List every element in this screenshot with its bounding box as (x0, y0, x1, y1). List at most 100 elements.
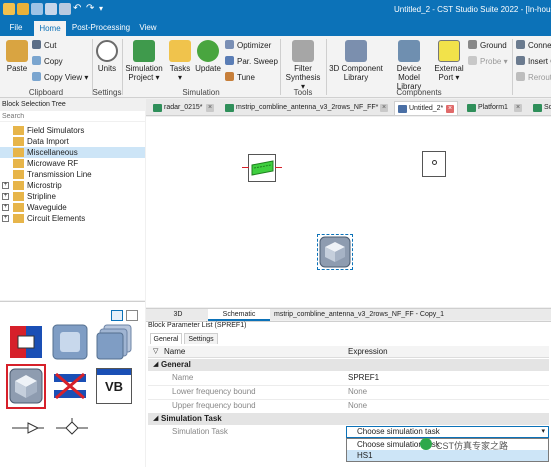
tree-item-circuit-elements[interactable]: + Circuit Elements (0, 213, 145, 224)
crossing-block[interactable] (52, 368, 88, 404)
param-row[interactable]: Upper frequency bound None (148, 400, 549, 412)
param-value[interactable]: None (348, 400, 367, 412)
sparameter-reference-block[interactable] (6, 364, 46, 409)
insert-button[interactable]: Insert C (516, 56, 551, 66)
doc-tab-so[interactable]: So (530, 101, 551, 115)
separator (122, 39, 123, 95)
param-value[interactable]: None (348, 386, 367, 398)
selected-sparameter-reference[interactable] (317, 234, 353, 270)
block-tree-search-input[interactable] (0, 111, 145, 121)
antenna-port-right[interactable] (275, 167, 282, 168)
copy-view-button[interactable]: Copy View ▾ (32, 72, 88, 82)
expand-icon[interactable]: + (2, 182, 9, 189)
schematic-canvas[interactable] (146, 117, 551, 307)
tab-home[interactable]: Home (34, 21, 66, 36)
tab-view[interactable]: View (136, 20, 160, 36)
tree-item-waveguide[interactable]: + Waveguide (0, 202, 145, 213)
tab-file[interactable]: File (4, 20, 28, 36)
tree-item-stripline[interactable]: + Stripline (0, 191, 145, 202)
update-button[interactable]: Update (195, 40, 221, 73)
paste-button[interactable]: Paste (4, 40, 30, 73)
antenna-port-left[interactable] (242, 167, 249, 168)
folder-icon (13, 126, 24, 135)
open-icon[interactable] (17, 3, 29, 15)
port-block-icon (10, 326, 42, 358)
tree-item-microwave-rf[interactable]: Microwave RF (0, 158, 145, 169)
list-view-toggle[interactable] (126, 310, 138, 321)
connect-button[interactable]: Conne (516, 40, 551, 50)
antenna-block[interactable] (248, 154, 276, 182)
close-icon[interactable]: × (206, 104, 214, 112)
tasks-button[interactable]: Tasks ▾ (168, 40, 192, 82)
cube-icon (9, 368, 43, 404)
save-all-icon[interactable] (45, 3, 57, 15)
device-model-library-button[interactable]: Device Model Library (385, 40, 433, 91)
filter-synthesis-icon (292, 40, 314, 62)
save-icon[interactable] (31, 3, 43, 15)
probe-button[interactable]: Probe ▾ (468, 56, 508, 66)
doc-tab-platform1[interactable]: Platform1 × (464, 101, 526, 115)
tune-button[interactable]: Tune (225, 72, 255, 82)
doc-tab-untitled-2[interactable]: Untitled_2* × (394, 101, 458, 115)
section-general[interactable]: ◢ General (148, 359, 549, 371)
component-library-button[interactable]: 3D Component Library (329, 40, 383, 82)
undo-icon[interactable]: ↶ (73, 3, 85, 15)
param-row[interactable]: Lower frequency bound None (148, 386, 549, 398)
diode-block[interactable] (54, 418, 90, 438)
external-port-icon (438, 40, 460, 62)
param-row[interactable]: Name SPREF1 (148, 372, 549, 384)
view-tab-schematic[interactable]: Schematic (208, 309, 270, 321)
icon-view-toggle[interactable] (111, 310, 123, 321)
close-icon[interactable]: × (514, 104, 522, 112)
new-icon[interactable] (3, 3, 15, 15)
filter-icon[interactable]: ▽ (153, 346, 158, 358)
sparameter-block[interactable] (52, 324, 88, 360)
par-sweep-button[interactable]: Par. Sweep (225, 56, 278, 66)
probe-element[interactable] (422, 151, 446, 177)
close-icon[interactable]: × (380, 104, 388, 112)
tree-item-miscellaneous[interactable]: Miscellaneous (0, 147, 145, 158)
chevron-down-icon[interactable]: ▾ (541, 427, 545, 437)
redo-icon[interactable]: ↷ (86, 3, 98, 15)
param-tab-settings[interactable]: Settings (184, 333, 218, 344)
doc-tab-radar[interactable]: radar_0215* × (150, 101, 216, 115)
copy-button[interactable]: Copy (32, 56, 63, 66)
view-tab-3d[interactable]: 3D (156, 309, 200, 321)
multi-block[interactable] (96, 324, 132, 360)
section-simulation-task[interactable]: ◢ Simulation Task (148, 413, 549, 425)
tree-item-field-simulators[interactable]: Field Simulators (0, 125, 145, 136)
optimizer-button[interactable]: Optimizer (225, 40, 271, 50)
close-icon[interactable]: × (446, 105, 454, 113)
expand-icon[interactable]: + (2, 204, 9, 211)
filter-synthesis-button[interactable]: Filter Synthesis ▾ (283, 40, 323, 91)
view-tab-mstrip-copy[interactable]: mstrip_combline_antenna_v3_2rows_NF_FF -… (274, 309, 444, 321)
section-label: General (161, 360, 191, 369)
external-port-button[interactable]: External Port ▾ (434, 40, 464, 82)
reroute-button[interactable]: Rerout (516, 72, 551, 82)
tree-item-label: Circuit Elements (27, 214, 86, 223)
port-block[interactable] (8, 324, 44, 360)
param-tab-general[interactable]: General (150, 333, 182, 344)
customize-icon[interactable]: ▾ (99, 3, 111, 15)
ground-button[interactable]: Ground (468, 40, 507, 50)
simulation-task-dropdown[interactable]: Choose simulation task ▾ (346, 426, 549, 438)
collapse-icon[interactable]: ◢ (153, 413, 158, 425)
tree-item-microstrip[interactable]: + Microstrip (0, 180, 145, 191)
units-label: Units (97, 64, 117, 73)
expand-icon[interactable]: + (2, 215, 9, 222)
tab-post-processing[interactable]: Post-Processing (70, 20, 132, 36)
simulation-project-button[interactable]: Simulation Project ▾ (125, 40, 163, 82)
probe-block[interactable] (10, 418, 46, 438)
collapse-icon[interactable]: ◢ (153, 359, 158, 371)
insert-icon (516, 56, 525, 65)
tree-item-transmission-line[interactable]: Transmission Line (0, 169, 145, 180)
tools-group-label: Tools (293, 88, 313, 97)
vb-macro-block[interactable]: VB (96, 368, 132, 404)
doc-tab-mstrip-combline[interactable]: mstrip_combline_antenna_v3_2rows_NF_FF* … (222, 101, 392, 115)
param-value[interactable]: SPREF1 (348, 372, 379, 384)
tree-item-data-import[interactable]: Data Import (0, 136, 145, 147)
print-icon[interactable] (59, 3, 71, 15)
cut-button[interactable]: Cut (32, 40, 56, 50)
expand-icon[interactable]: + (2, 193, 9, 200)
units-button[interactable]: Units (95, 40, 119, 73)
